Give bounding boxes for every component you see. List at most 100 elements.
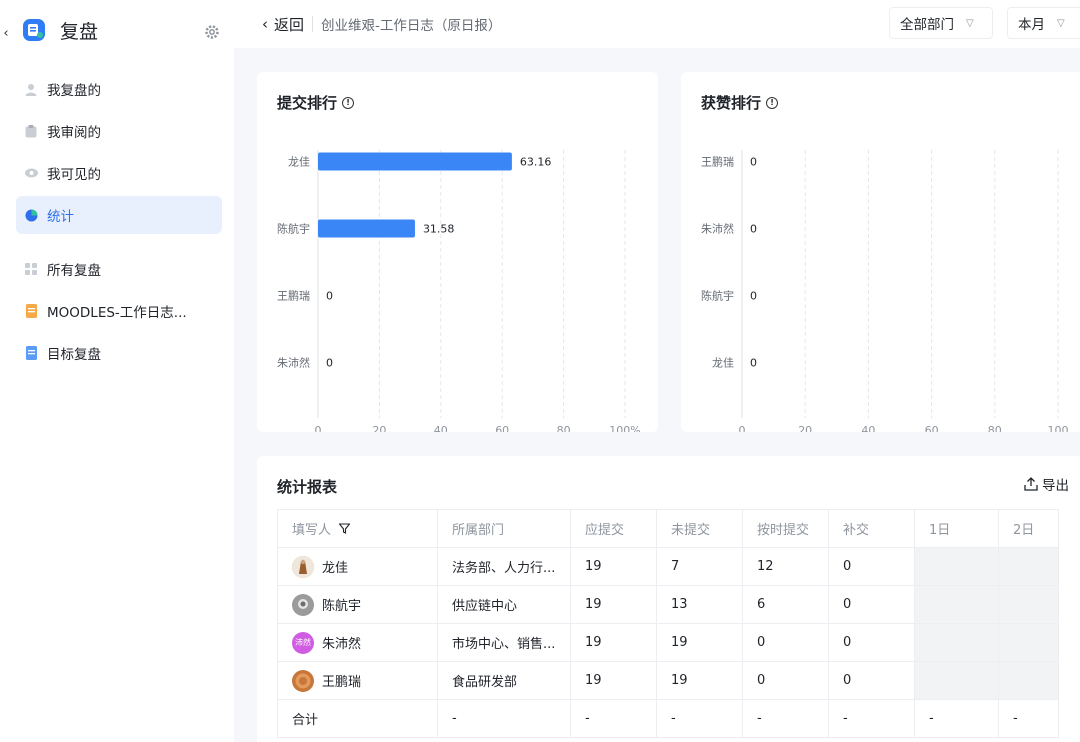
submit-bar: [318, 219, 415, 238]
top-header: ‹ 返回 创业维艰-工作日志（原日报） 全部部门 ▽ 本月 ▽: [234, 0, 1080, 48]
header-divider: [312, 16, 314, 32]
day2-cell: [998, 547, 1059, 586]
department-select[interactable]: 全部部门 ▽: [889, 7, 993, 39]
submit-data-label: 63.16: [520, 156, 552, 169]
submit-category-label: 龙佳: [288, 155, 310, 169]
dept-cell: 市场中心、销售...: [437, 623, 571, 662]
dept-cell: 供应链中心: [437, 585, 571, 624]
submit-x-tick-label: 20: [372, 424, 386, 432]
total-late: -: [828, 699, 915, 738]
page-title: 创业维艰-工作日志（原日报）: [321, 18, 502, 34]
ontime-cell: 6: [742, 585, 829, 624]
like-x-tick-label: 0: [739, 424, 746, 432]
writer-name: 王鹏瑞: [322, 675, 362, 690]
day2-cell: [998, 661, 1059, 700]
missing-cell: 19: [656, 623, 743, 662]
report-card: 统计报表 导出 填写人 所属部门 应提交 未提交 按时提交 补交 1日 2日 龙…: [257, 456, 1080, 742]
missing-cell: 13: [656, 585, 743, 624]
table-row[interactable]: 龙佳 法务部、人力行... 19 7 12 0: [277, 547, 1059, 586]
like-x-tick-label: 80: [988, 424, 1002, 432]
sidebar-item-label: 统计: [47, 209, 74, 225]
late-cell: 0: [828, 547, 915, 586]
day2-cell: [998, 623, 1059, 662]
sidebar-item-label: 我复盘的: [47, 83, 101, 99]
settings-gear-icon[interactable]: [204, 24, 220, 40]
missing-cell: 19: [656, 661, 743, 700]
total-ontime: -: [742, 699, 829, 738]
late-cell: 0: [828, 661, 915, 700]
filter-icon[interactable]: [338, 523, 351, 538]
chevron-down-icon: ▽: [966, 17, 974, 29]
due-cell: 19: [570, 547, 657, 586]
app-logo-icon: [18, 14, 50, 46]
avatar: [292, 555, 314, 578]
chevron-left-icon: ‹: [262, 15, 268, 33]
submit-data-label: 31.58: [423, 223, 455, 236]
day1-cell: [914, 585, 999, 624]
missing-cell: 7: [656, 547, 743, 586]
like-category-label: 龙佳: [712, 356, 734, 370]
total-missing: -: [656, 699, 743, 738]
sidebar-nav: 我复盘的 我审阅的 我可见的 统计 所有复盘 MOODLES-工作日志... 目…: [16, 70, 222, 376]
column-header-dept: 所属部门: [437, 509, 571, 548]
upload-icon: [1024, 477, 1038, 491]
writer-name: 陈航宇: [322, 599, 362, 614]
column-header-day2: 2日: [998, 509, 1059, 548]
grid-icon: [24, 262, 38, 276]
like-rank-card: 获赞排行 ! 0 20 40 60 80 100 王鹏瑞 0 朱沛然 0 陈航宇 0 龙佳 0: [681, 72, 1080, 432]
table-row[interactable]: 王鹏瑞 食品研发部 19 19 0 0: [277, 661, 1059, 700]
ontime-cell: 0: [742, 661, 829, 700]
orange-doc-icon: [24, 304, 38, 318]
blue-doc-icon: [24, 346, 38, 360]
report-title: 统计报表: [277, 478, 338, 496]
like-category-label: 陈航宇: [701, 289, 734, 303]
department-select-value: 全部部门: [900, 17, 954, 33]
sidebar-item-goal-review[interactable]: 目标复盘: [16, 334, 222, 372]
like-data-label: 0: [750, 156, 757, 169]
avatar: 沛然: [292, 631, 314, 654]
like-rank-chart: 0 20 40 60 80 100 王鹏瑞 0 朱沛然 0 陈航宇 0 龙佳 0: [701, 150, 1069, 432]
column-header-ontime: 按时提交: [742, 509, 829, 548]
total-label: 合计: [277, 699, 438, 738]
submit-x-tick-label: 40: [434, 424, 448, 432]
export-label: 导出: [1042, 478, 1069, 494]
total-due: -: [570, 699, 657, 738]
export-button[interactable]: 导出: [1024, 474, 1069, 494]
collapse-sidebar-button[interactable]: ‹: [0, 22, 12, 44]
like-x-tick-label: 40: [861, 424, 875, 432]
like-category-label: 王鹏瑞: [701, 155, 734, 169]
main-content: 提交排行 ! 0 20 40 60 80 100% 龙佳 63.16 陈航宇 31.58 王鹏瑞 0 朱…: [234, 48, 1080, 742]
pie-chart-icon: [24, 208, 38, 222]
sidebar-item-statistics[interactable]: 统计: [16, 196, 222, 234]
table-row[interactable]: 陈航宇 供应链中心 19 13 6 0: [277, 585, 1059, 624]
sidebar-item-all-reviews[interactable]: 所有复盘: [16, 250, 222, 288]
submit-category-label: 朱沛然: [277, 356, 310, 370]
sidebar-item-visible[interactable]: 我可见的: [16, 154, 222, 192]
column-header-writer[interactable]: 填写人: [277, 509, 438, 548]
like-data-label: 0: [750, 357, 757, 370]
dept-cell: 食品研发部: [437, 661, 571, 700]
sidebar-item-label: MOODLES-工作日志...: [47, 305, 187, 321]
ontime-cell: 12: [742, 547, 829, 586]
sidebar-item-reviewed[interactable]: 我审阅的: [16, 112, 222, 150]
table-header-row: 填写人 所属部门 应提交 未提交 按时提交 补交 1日 2日: [277, 509, 1059, 548]
submit-x-tick-label: 0: [315, 424, 322, 432]
eye-icon: [24, 166, 38, 180]
dept-cell: 法务部、人力行...: [437, 547, 571, 586]
column-header-due: 应提交: [570, 509, 657, 548]
app-name: 复盘: [60, 20, 99, 43]
avatar: [292, 593, 314, 616]
like-data-label: 0: [750, 223, 757, 236]
submit-x-tick-label: 100%: [609, 424, 640, 432]
table-row[interactable]: 沛然 朱沛然 市场中心、销售... 19 19 0 0: [277, 623, 1059, 662]
column-header-late: 补交: [828, 509, 915, 548]
submit-bar: [318, 152, 512, 171]
ontime-cell: 0: [742, 623, 829, 662]
back-button[interactable]: ‹ 返回: [262, 14, 304, 35]
person-icon: [24, 82, 38, 96]
sidebar-item-my-reviews[interactable]: 我复盘的: [16, 70, 222, 108]
sidebar-item-moodles-log[interactable]: MOODLES-工作日志...: [16, 292, 222, 330]
column-header-missing: 未提交: [656, 509, 743, 548]
writer-name: 朱沛然: [322, 637, 362, 652]
period-select[interactable]: 本月 ▽: [1007, 7, 1080, 39]
